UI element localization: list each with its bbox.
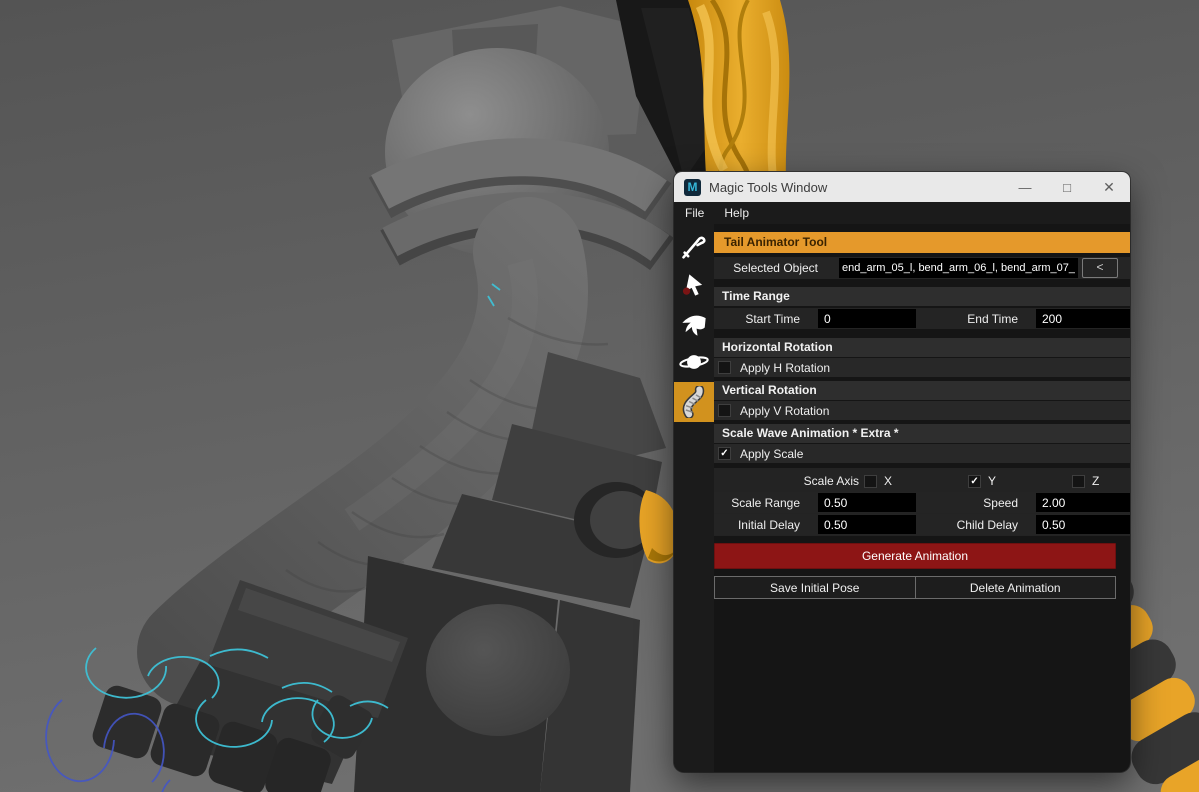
delay-row: Initial Delay Child Delay: [714, 514, 1130, 535]
apply-scale-label: Apply Scale: [740, 446, 804, 461]
apply-h-rotation-label: Apply H Rotation: [740, 360, 831, 375]
end-time-label: End Time: [967, 311, 1018, 326]
axis-y-label: Y: [988, 474, 997, 488]
tool-button-claw[interactable]: [674, 306, 714, 342]
app-logo-icon: M: [684, 178, 701, 196]
tool-button-select[interactable]: [674, 268, 714, 304]
selected-object-row: Selected Object <: [714, 257, 1130, 279]
generate-animation-button[interactable]: Generate Animation: [714, 543, 1116, 569]
speed-input[interactable]: [1036, 493, 1130, 512]
child-delay-label: Child Delay: [956, 517, 1018, 532]
start-time-input[interactable]: [818, 309, 916, 328]
window-titlebar[interactable]: M Magic Tools Window — □ ✕: [674, 172, 1130, 202]
menu-bar: File Help: [674, 202, 1130, 224]
apply-v-rotation-row: Apply V Rotation: [714, 401, 1130, 420]
tail-icon: [682, 386, 705, 418]
apply-h-rotation-row: Apply H Rotation: [714, 358, 1130, 377]
vertical-rotation-header: Vertical Rotation: [714, 381, 1130, 400]
time-range-header: Time Range: [714, 287, 1130, 306]
initial-delay-input[interactable]: [818, 515, 916, 534]
desktop-stage: M Magic Tools Window — □ ✕ File Help Tai…: [0, 0, 1199, 792]
menu-item-file[interactable]: File: [685, 206, 704, 220]
scale-range-speed-row: Scale Range Speed: [714, 492, 1130, 513]
tool-button-tail-animator[interactable]: [674, 382, 714, 422]
minimize-button[interactable]: —: [1004, 172, 1046, 202]
child-delay-input[interactable]: [1036, 515, 1130, 534]
collapse-button[interactable]: <: [1082, 258, 1118, 278]
axis-y-group: ✓ Y: [963, 474, 996, 488]
speed-label: Speed: [983, 495, 1018, 510]
scale-settings-block: Scale Axis X ✓ Y Z Scale Range 0.50 Spee…: [714, 468, 1130, 536]
pose-buttons-row: Save Initial Pose Delete Animation: [714, 576, 1116, 599]
axis-z-group: Z: [1067, 474, 1099, 488]
apply-v-rotation-label: Apply V Rotation: [740, 403, 830, 418]
horizontal-rotation-header: Horizontal Rotation: [714, 338, 1130, 357]
axis-x-checkbox[interactable]: [864, 474, 877, 488]
panel-body: Tail Animator Tool Selected Object < Tim…: [674, 224, 1130, 772]
end-time-input[interactable]: [1036, 309, 1130, 328]
initial-delay-label: Initial Delay: [737, 517, 800, 532]
scale-axis-row: Scale Axis X ✓ Y Z: [714, 472, 1130, 490]
claw-icon: [682, 315, 706, 336]
maximize-button[interactable]: □: [1046, 172, 1088, 202]
tool-button-needle[interactable]: [674, 230, 714, 266]
close-button[interactable]: ✕: [1088, 172, 1130, 202]
tool-header: Tail Animator Tool: [714, 232, 1130, 253]
magic-tools-window: M Magic Tools Window — □ ✕ File Help Tai…: [674, 172, 1130, 772]
time-range-row: Start Time End Time: [714, 308, 1130, 329]
axis-z-label: Z: [1092, 474, 1100, 488]
selected-object-label: Selected Object: [733, 261, 818, 275]
window-controls: — □ ✕: [1004, 172, 1130, 202]
axis-x-group: X: [859, 474, 892, 488]
apply-v-rotation-checkbox[interactable]: [718, 404, 731, 417]
delete-animation-button[interactable]: Delete Animation: [915, 576, 1116, 599]
axis-y-checkbox[interactable]: ✓: [968, 474, 982, 488]
menu-item-help[interactable]: Help: [724, 206, 749, 220]
apply-scale-row: ✓ Apply Scale: [714, 444, 1130, 463]
apply-h-rotation-checkbox[interactable]: [718, 361, 731, 374]
scale-wave-header: Scale Wave Animation * Extra *: [714, 424, 1130, 443]
select-arrow-icon: [682, 274, 703, 296]
scale-axis-label: Scale Axis: [803, 474, 859, 488]
needle-icon: [682, 236, 706, 259]
tool-button-planet[interactable]: [674, 344, 714, 380]
start-time-label: Start Time: [745, 311, 800, 326]
scale-range-label: Scale Range: [731, 495, 800, 510]
window-title: Magic Tools Window: [709, 179, 828, 195]
tail-animator-panel: Tail Animator Tool Selected Object < Tim…: [714, 224, 1130, 772]
selected-object-input[interactable]: [839, 258, 1078, 278]
save-initial-pose-button[interactable]: Save Initial Pose: [714, 576, 916, 599]
apply-scale-checkbox[interactable]: ✓: [718, 447, 731, 460]
axis-z-checkbox[interactable]: [1072, 474, 1086, 488]
axis-x-label: X: [884, 474, 893, 488]
tool-sidebar: [674, 224, 714, 772]
planet-icon: [679, 355, 709, 369]
scale-range-input[interactable]: [818, 493, 916, 512]
